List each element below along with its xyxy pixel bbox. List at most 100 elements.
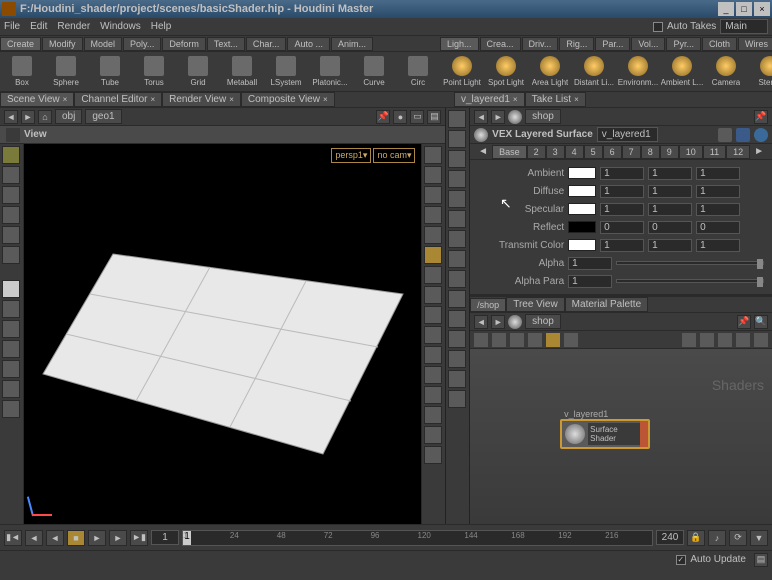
shelf-item[interactable]: LSystem (268, 56, 304, 87)
play-back-button[interactable]: ◄ (46, 530, 64, 546)
mid-tool[interactable] (448, 210, 466, 228)
display-option[interactable] (424, 446, 442, 464)
net-tool[interactable] (682, 333, 696, 347)
close-icon[interactable]: × (229, 95, 234, 104)
start-frame-input[interactable] (151, 530, 179, 545)
tool-button[interactable] (2, 206, 20, 224)
first-frame-button[interactable]: ▮◄ (4, 530, 22, 546)
display-option[interactable] (424, 406, 442, 424)
shelf-item[interactable]: Distant Li... (576, 56, 612, 87)
tool-button[interactable] (2, 340, 20, 358)
color-swatch[interactable] (568, 167, 596, 179)
layer-tab[interactable]: 2 (527, 145, 546, 159)
net-tool[interactable] (528, 333, 542, 347)
cam-dropdown[interactable]: no cam▾ (373, 148, 415, 163)
audio-icon[interactable]: ♪ (708, 530, 726, 546)
param-value[interactable]: 0 (696, 221, 740, 234)
param-name-field[interactable]: v_layered1 (597, 127, 659, 142)
home-icon[interactable]: ⌂ (38, 110, 52, 124)
menu-windows[interactable]: Windows (100, 21, 141, 32)
mid-tool[interactable] (448, 310, 466, 328)
tab-left-arrow[interactable]: ◄ (474, 146, 492, 157)
play-button[interactable]: ► (88, 530, 106, 546)
color-swatch[interactable] (568, 239, 596, 251)
mid-tool[interactable] (448, 250, 466, 268)
path-segment[interactable]: shop (525, 109, 561, 124)
display-option[interactable] (424, 266, 442, 284)
display-option[interactable] (424, 286, 442, 304)
param-value[interactable]: 1 (600, 185, 644, 198)
display-option[interactable] (424, 366, 442, 384)
shelf-item[interactable]: Point Light (444, 56, 480, 87)
tool-button[interactable] (2, 246, 20, 264)
display-option[interactable] (424, 166, 442, 184)
mid-tool[interactable] (448, 110, 466, 128)
net-tool[interactable] (564, 333, 578, 347)
mid-tool[interactable] (448, 370, 466, 388)
mid-tool[interactable] (448, 150, 466, 168)
param-slider[interactable] (616, 279, 764, 283)
param-value[interactable]: 1 (600, 203, 644, 216)
param-value[interactable]: 1 (600, 167, 644, 180)
param-value[interactable]: 1 (648, 167, 692, 180)
tool-button[interactable] (2, 300, 20, 318)
param-value[interactable]: 1 (648, 203, 692, 216)
mid-tool[interactable] (448, 170, 466, 188)
shelf-tab[interactable]: Pyr... (666, 37, 701, 51)
nav-fwd-button[interactable]: ► (491, 315, 505, 329)
mid-tool[interactable] (448, 350, 466, 368)
param-value[interactable]: 1 (648, 185, 692, 198)
shelf-tab[interactable]: Ligh... (440, 37, 479, 51)
pin-icon[interactable]: 📌 (754, 110, 768, 124)
nav-fwd-button[interactable]: ► (21, 110, 35, 124)
find-icon[interactable]: 🔍 (754, 315, 768, 329)
close-icon[interactable]: × (574, 95, 579, 104)
net-tool[interactable] (718, 333, 732, 347)
select-tool[interactable] (2, 146, 20, 164)
net-tool[interactable] (546, 333, 560, 347)
shelf-item[interactable]: Torus (136, 56, 172, 87)
maximize-button[interactable]: □ (736, 2, 752, 16)
take-dropdown[interactable]: Main (720, 19, 768, 34)
shelf-item[interactable]: Metaball (224, 56, 260, 87)
viewport[interactable]: persp1▾ no cam▾ (24, 144, 421, 524)
path-segment[interactable]: obj (55, 109, 82, 124)
shelf-tab[interactable]: Vol... (631, 37, 665, 51)
tool-button[interactable] (2, 226, 20, 244)
param-value[interactable]: 1 (696, 185, 740, 198)
param-value[interactable]: 1 (696, 239, 740, 252)
shelf-tab[interactable]: Char... (246, 37, 287, 51)
mid-tool[interactable] (448, 390, 466, 408)
shelf-tab[interactable]: Crea... (480, 37, 521, 51)
pane-tab-scene[interactable]: Scene View× (0, 92, 74, 107)
param-value[interactable]: 1 (648, 239, 692, 252)
shelf-tab[interactable]: Deform (162, 37, 206, 51)
range-lock-icon[interactable]: 🔒 (687, 530, 705, 546)
shelf-item[interactable]: Ambient L... (664, 56, 700, 87)
close-icon[interactable]: × (63, 95, 68, 104)
close-button[interactable]: × (754, 2, 770, 16)
shelf-item[interactable]: Sterec (752, 56, 772, 87)
param-value[interactable]: 1 (696, 167, 740, 180)
shelf-tab[interactable]: Anim... (331, 37, 373, 51)
layer-tab[interactable]: Base (492, 145, 527, 159)
next-frame-button[interactable]: ► (109, 530, 127, 546)
tab-right-arrow[interactable]: ► (750, 146, 768, 157)
blob-icon[interactable]: ● (393, 110, 407, 124)
shelf-tab[interactable]: Wires (738, 37, 772, 51)
auto-takes-checkbox[interactable] (653, 22, 663, 32)
color-swatch[interactable] (568, 185, 596, 197)
param-value[interactable]: 0 (600, 221, 644, 234)
mid-tool[interactable] (448, 190, 466, 208)
layer-tab[interactable]: 3 (546, 145, 565, 159)
status-icon[interactable]: ▤ (754, 553, 768, 567)
shelf-tab[interactable]: Text... (207, 37, 245, 51)
pin-icon[interactable]: 📌 (737, 315, 751, 329)
shelf-tab[interactable]: Rig... (559, 37, 594, 51)
tool-button[interactable] (2, 166, 20, 184)
display-option[interactable] (424, 306, 442, 324)
tool-button[interactable] (2, 320, 20, 338)
display-option[interactable] (424, 326, 442, 344)
auto-update-checkbox[interactable] (676, 555, 686, 565)
arrow-tool[interactable] (2, 280, 20, 298)
